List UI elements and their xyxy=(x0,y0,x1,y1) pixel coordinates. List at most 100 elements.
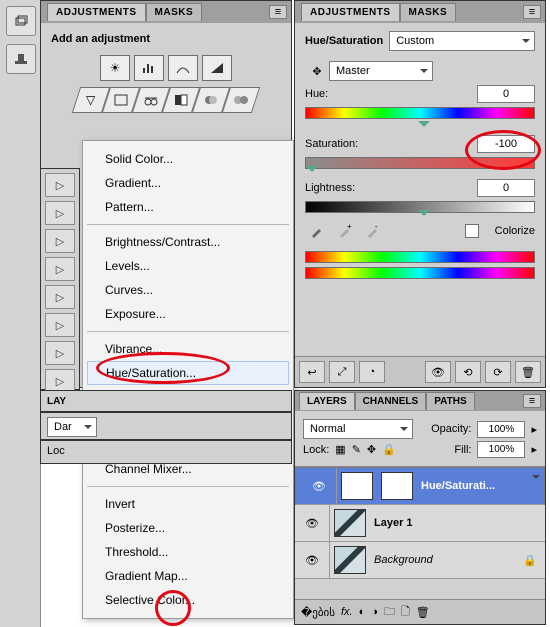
layer-row[interactable]: 👁 Layer 1 xyxy=(295,505,545,542)
colorize-checkbox[interactable] xyxy=(465,224,479,238)
opacity-input[interactable]: 100% xyxy=(477,421,525,438)
lock-transparent-icon[interactable]: ▦ xyxy=(335,443,345,456)
levels-icon[interactable] xyxy=(134,55,164,81)
preset-arrow[interactable]: ▷ xyxy=(45,173,75,197)
visibility-eye-icon[interactable]: 👁 xyxy=(295,505,330,541)
lightness-slider-handle[interactable] xyxy=(418,210,430,222)
menu-item[interactable]: Posterize... xyxy=(83,516,293,540)
layer-name: Layer 1 xyxy=(374,517,413,529)
svg-text:-: - xyxy=(375,223,378,231)
layer-row[interactable]: 👁Background🔒 xyxy=(295,542,545,579)
menu-item[interactable]: Selective Color... xyxy=(83,588,293,612)
layers-panel: LAYERS CHANNELS PATHS ≡ Normal Opacity: … xyxy=(294,390,546,625)
layer-thumbnail[interactable] xyxy=(334,509,366,537)
saturation-input[interactable]: -100 xyxy=(477,135,535,153)
restore-down-icon[interactable] xyxy=(6,6,36,36)
targeted-adjust-icon[interactable]: ✥ xyxy=(305,65,329,78)
tab-adjustments[interactable]: ADJUSTMENTS xyxy=(301,3,400,21)
menu-item[interactable]: Hue/Saturation... xyxy=(87,361,289,385)
link-layers-icon[interactable]: �ების xyxy=(301,606,335,619)
hue-slider-handle[interactable] xyxy=(418,121,430,133)
expand-view-icon[interactable]: ⤢ xyxy=(329,361,355,383)
visibility-eye-icon[interactable]: 👁 xyxy=(295,542,330,578)
preset-select[interactable]: Custom xyxy=(389,31,535,51)
layers-footer: �ების fx. ◐ ◑ 🗀 🗋 🗑 xyxy=(295,599,545,624)
tab-masks[interactable]: MASKS xyxy=(146,3,203,21)
toggle-visibility-icon[interactable]: 👁 xyxy=(425,361,451,383)
menu-item[interactable]: Gradient... xyxy=(83,171,293,195)
preset-arrow[interactable]: ▷ xyxy=(45,285,75,309)
previous-state-icon[interactable]: ⟲ xyxy=(455,361,481,383)
panel-menu-icon[interactable]: ≡ xyxy=(523,394,541,408)
spectrum-bottom xyxy=(305,267,535,279)
tab-layers[interactable]: LAYERS xyxy=(299,392,355,410)
stamp-icon[interactable] xyxy=(6,44,36,74)
fill-label: Fill: xyxy=(454,444,471,456)
menu-item[interactable]: Threshold... xyxy=(83,540,293,564)
panel-menu-icon[interactable]: ≡ xyxy=(523,5,541,19)
layers-tab-truncated[interactable]: LAY xyxy=(47,396,66,407)
reset-icon[interactable]: ⟳ xyxy=(485,361,511,383)
menu-item[interactable]: Solid Color... xyxy=(83,147,293,171)
new-layer-icon[interactable]: 🗋 xyxy=(401,603,410,622)
preset-arrow[interactable]: ▷ xyxy=(45,341,75,365)
panel-tabbar: ADJUSTMENTS MASKS ≡ xyxy=(295,1,545,23)
tab-channels[interactable]: CHANNELS xyxy=(355,392,427,410)
eyedropper-minus-icon[interactable]: - xyxy=(365,223,381,239)
menu-item[interactable]: Invert xyxy=(83,492,293,516)
lock-position-icon[interactable]: ✥ xyxy=(367,443,376,456)
layer-mask-icon[interactable]: ◐ xyxy=(359,606,366,618)
visibility-eye-icon[interactable]: 👁 xyxy=(302,468,337,504)
tab-adjustments[interactable]: ADJUSTMENTS xyxy=(47,3,146,21)
svg-text:+: + xyxy=(347,223,352,231)
lightness-input[interactable]: 0 xyxy=(477,179,535,197)
chevron-right-icon[interactable]: ▸ xyxy=(531,423,537,436)
menu-item[interactable]: Levels... xyxy=(83,254,293,278)
new-group-icon[interactable]: 🗀 xyxy=(384,603,395,622)
exposure-icon[interactable] xyxy=(202,55,232,81)
preset-arrow[interactable]: ▷ xyxy=(45,257,75,281)
colorize-label: Colorize xyxy=(495,225,535,237)
saturation-track xyxy=(305,157,535,169)
lock-pixels-icon[interactable]: ✎ xyxy=(352,443,361,456)
preset-strip: ▷▷▷▷▷▷▷▷ xyxy=(40,168,80,390)
hue-input[interactable]: 0 xyxy=(477,85,535,103)
saturation-label: Saturation: xyxy=(305,138,393,150)
brightness-icon[interactable]: ☀ xyxy=(100,55,130,81)
lock-all-icon[interactable]: 🔒 xyxy=(382,443,396,456)
delete-adjustment-icon[interactable]: 🗑 xyxy=(515,361,541,383)
preset-arrow[interactable]: ▷ xyxy=(45,201,75,225)
saturation-slider-handle[interactable] xyxy=(306,166,318,178)
menu-item[interactable]: Exposure... xyxy=(83,302,293,326)
eyedropper-icon[interactable] xyxy=(309,223,325,239)
layer-mask-thumbnail[interactable] xyxy=(381,472,413,500)
spectrum-top xyxy=(305,251,535,263)
layer-thumbnail[interactable] xyxy=(334,546,366,574)
menu-item[interactable]: Gradient Map... xyxy=(83,564,293,588)
panel-menu-icon[interactable]: ≡ xyxy=(269,5,287,19)
adjustment-title: Hue/Saturation xyxy=(305,35,383,47)
chevron-right-icon[interactable]: ▸ xyxy=(531,443,537,456)
blend-mode-left[interactable]: Dar xyxy=(47,417,97,437)
fill-input[interactable]: 100% xyxy=(477,441,525,458)
menu-item[interactable]: Curves... xyxy=(83,278,293,302)
menu-item[interactable]: Vibrance... xyxy=(83,337,293,361)
curves-icon[interactable] xyxy=(168,55,198,81)
blend-mode-select[interactable]: Normal xyxy=(303,419,413,439)
preset-arrow[interactable]: ▷ xyxy=(45,229,75,253)
tab-paths[interactable]: PATHS xyxy=(426,392,474,410)
eyedropper-plus-icon[interactable]: + xyxy=(337,223,353,239)
layer-thumbnail[interactable] xyxy=(341,472,373,500)
menu-item[interactable]: Brightness/Contrast... xyxy=(83,230,293,254)
lock-label-left: Loc xyxy=(47,445,65,457)
preset-arrow[interactable]: ▷ xyxy=(45,313,75,337)
menu-item[interactable]: Pattern... xyxy=(83,195,293,219)
tab-masks[interactable]: MASKS xyxy=(400,3,457,21)
channel-select[interactable]: Master xyxy=(329,61,433,81)
layer-fx-icon[interactable]: fx. xyxy=(341,606,353,618)
new-fill-adjustment-icon[interactable]: ◑ xyxy=(371,606,378,618)
layer-row[interactable]: 👁Hue/Saturati... xyxy=(295,467,545,505)
clip-icon[interactable]: ◔ xyxy=(359,361,385,383)
delete-layer-icon[interactable]: 🗑 xyxy=(416,606,430,619)
return-arrow-icon[interactable]: ↩ xyxy=(299,361,325,383)
